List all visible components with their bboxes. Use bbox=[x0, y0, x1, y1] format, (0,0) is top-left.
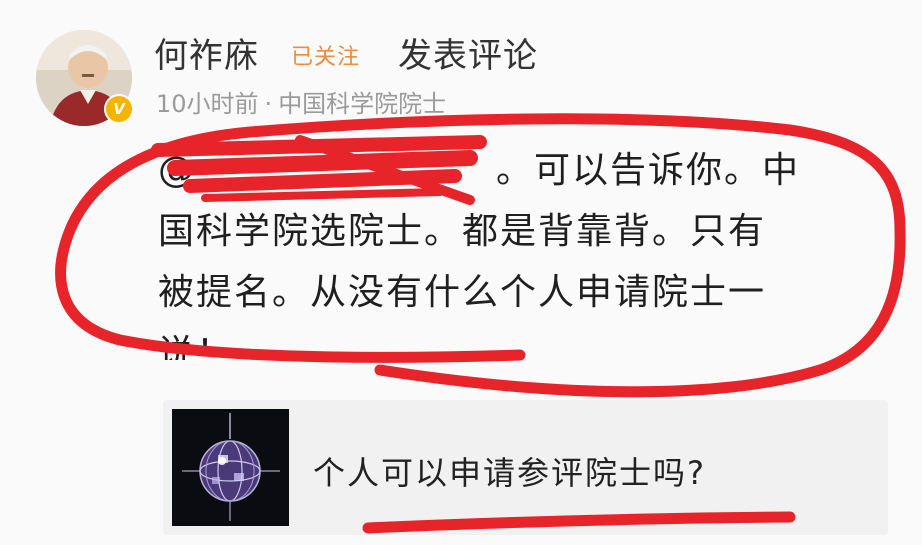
comment-line: @ 。可以告诉你。中 bbox=[158, 140, 878, 201]
comment-line-text: 说！ bbox=[158, 333, 235, 360]
comment-mention[interactable]: @ bbox=[158, 150, 196, 191]
follow-status-button[interactable]: 已关注 bbox=[291, 39, 360, 71]
comment-line: 国科学院选院士。都是背靠背。只有 bbox=[158, 201, 878, 262]
disco-ball-icon bbox=[172, 409, 289, 526]
linked-post-card[interactable]: 个人可以申请参评院士吗? bbox=[163, 400, 888, 535]
linked-post-title[interactable]: 个人可以申请参评院士吗? bbox=[313, 448, 706, 494]
linked-post-thumbnail bbox=[172, 409, 289, 526]
comment-line-text: 。可以告诉你。中 bbox=[496, 150, 801, 191]
comment-line-text: 国科学院选院士。都是背靠背。只有 bbox=[158, 211, 767, 252]
comment-line: 被提名。从没有什么个人申请院士一 bbox=[158, 262, 878, 323]
meta-separator: · bbox=[264, 90, 273, 118]
verified-title: 中国科学院院士 bbox=[278, 90, 447, 118]
verified-badge-icon: V bbox=[104, 94, 134, 124]
comment-line: 说！ bbox=[158, 323, 878, 360]
author-name[interactable]: 何祚庥 bbox=[154, 28, 259, 77]
screenshot-root: V 何祚庥 已关注 发表评论 10小时前 · 中国科学院院士 @ 。可以告诉你。中 国… bbox=[0, 0, 922, 545]
post-meta: 10小时前 · 中国科学院院士 bbox=[156, 84, 446, 119]
post-time: 10小时前 bbox=[156, 90, 259, 118]
comment-line-text: 被提名。从没有什么个人申请院士一 bbox=[158, 272, 767, 313]
post-action-text: 发表评论 bbox=[398, 36, 538, 76]
comment-body: @ 。可以告诉你。中 国科学院选院士。都是背靠背。只有 被提名。从没有什么个人申请… bbox=[158, 140, 878, 360]
